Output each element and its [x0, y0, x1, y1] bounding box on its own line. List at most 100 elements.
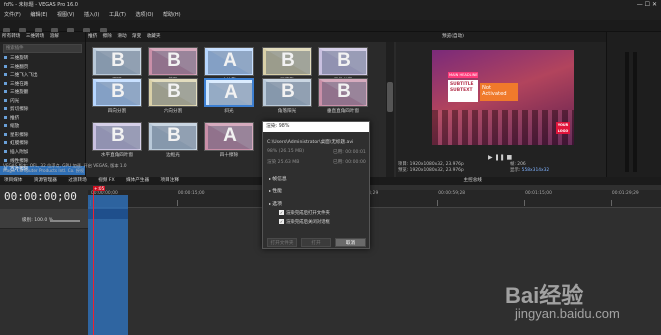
section-frame-info[interactable]: 帧信息 — [269, 175, 286, 182]
transition-category-item[interactable]: 三维旋转 — [0, 55, 85, 64]
tab-slide[interactable]: 滑动 — [117, 34, 126, 39]
close-dialog-checkbox[interactable]: ✓ 渲染完成后关闭对话框 — [279, 219, 330, 225]
dock-tab-transitions[interactable]: 过渡转场 — [68, 178, 86, 183]
transition-thumbnail[interactable]: B — [92, 122, 142, 151]
tab-favorites[interactable]: 收藏夹 — [147, 34, 161, 39]
preview-display-info: 显示: 558x314x32 — [510, 168, 550, 173]
ruler-label: 00:01:29;29 — [611, 191, 639, 196]
tab-wipe[interactable]: 擦除 — [103, 34, 112, 39]
render-progress: 98% (26.15 MB) — [267, 149, 304, 154]
scrollbar-thumb[interactable] — [387, 82, 393, 112]
subtitle-box: SUBTITLE SUBTEXT — [448, 80, 478, 102]
baidu-watermark-url: jingyan.baidu.com — [515, 306, 620, 321]
menu-tools[interactable]: 工具(T) — [109, 12, 126, 18]
transition-category-item[interactable]: 插入附加 — [0, 149, 85, 158]
tab-dissolve[interactable]: 溶解 — [50, 34, 59, 39]
category-label: 三维翻页 — [10, 64, 29, 70]
folder-icon — [4, 158, 7, 162]
tab-gradient[interactable]: 渐变 — [132, 34, 141, 39]
thumbnail-scrollbar[interactable] — [386, 42, 394, 178]
subtext-text: SUBTEXT — [450, 87, 473, 93]
stop-icon[interactable]: ■ — [507, 154, 513, 161]
transition-thumbnail[interactable]: A — [204, 78, 254, 107]
thumbnail-letter: B — [111, 125, 125, 146]
eta-time: 已用: 00:00:00 — [333, 160, 366, 165]
tab-push[interactable]: 推挤 — [88, 34, 97, 39]
transition-thumbnail[interactable]: B — [92, 78, 142, 107]
menu-edit[interactable]: 编辑(E) — [30, 12, 47, 18]
cancel-button[interactable]: 取消 — [335, 238, 366, 247]
preview-preview-info: 预览: 1920x1080x32, 23.976p — [398, 168, 464, 173]
transition-thumbnail[interactable]: B — [262, 47, 312, 76]
elapsed-time: 已用: 00:00:01 — [333, 150, 366, 155]
transition-category-item[interactable]: 三维旋翻 — [0, 89, 85, 98]
search-input[interactable]: 搜索插件 — [3, 44, 82, 53]
transition-category-item[interactable]: 闪光 — [0, 98, 85, 107]
transition-thumbnail[interactable]: B — [148, 122, 198, 151]
open-folder-checkbox[interactable]: ✓ 渲染完成后打开文件夹 — [279, 210, 330, 216]
category-label: 三维旋转 — [10, 56, 29, 61]
folder-icon — [4, 107, 7, 111]
dock-tab-project-notes[interactable]: 项目注释 — [161, 178, 179, 183]
transition-thumbnail[interactable]: B — [148, 47, 198, 76]
transition-thumbnail[interactable]: B — [318, 78, 368, 107]
transition-category-item[interactable]: 星形擦除 — [0, 132, 85, 141]
menu-help[interactable]: 帮助(H) — [163, 12, 181, 18]
open-button[interactable]: 打开 — [301, 238, 331, 247]
menu-options[interactable]: 选项(O) — [136, 12, 154, 18]
menu-insert[interactable]: 插入(I) — [84, 12, 99, 18]
thumbnail-letter: B — [281, 50, 295, 71]
tab-all-transitions[interactable]: 所有转场 — [2, 34, 20, 39]
thumbnail-letter: B — [111, 50, 125, 71]
playhead-cursor[interactable] — [93, 190, 94, 335]
transition-thumbnail[interactable]: B — [148, 78, 198, 107]
section-options[interactable]: 选项 — [269, 200, 282, 207]
transition-category-item[interactable]: 三维在路 — [0, 81, 85, 90]
thumbnail-letter: B — [281, 81, 295, 102]
ruler-label: 00:00:15;00 — [177, 191, 205, 196]
ruler-tick — [524, 200, 526, 206]
transition-thumbnail[interactable]: B — [262, 78, 312, 107]
category-label: 虹膜擦除 — [10, 141, 29, 147]
dock-tab-project-media[interactable]: 项目媒体 — [4, 178, 22, 183]
thumbnail-letter: B — [111, 81, 125, 102]
tab-3d-transitions[interactable]: 三维转场 — [26, 34, 44, 39]
clip-header[interactable] — [88, 209, 128, 219]
window-controls[interactable]: — ☐ ✕ — [637, 0, 657, 10]
transition-thumbnail[interactable]: A — [204, 122, 254, 151]
thumbnail-letter: B — [167, 50, 181, 71]
dock-tab-explorer[interactable]: 资源管理器 — [34, 178, 57, 183]
category-label: 三维在路 — [10, 81, 29, 87]
thumbnail-letter: A — [224, 82, 238, 103]
menu-file[interactable]: 文件(F) — [4, 12, 21, 18]
transition-thumbnail[interactable]: B — [318, 47, 368, 76]
preview-quality-dropdown[interactable]: 预览(自动) — [442, 34, 464, 39]
dock-tab-media-generators[interactable]: 媒体产生器 — [126, 178, 149, 183]
checkbox-check-icon: ✓ — [279, 219, 284, 224]
track-level-slider[interactable] — [50, 220, 80, 222]
window-title: fd% - 未标题 - VEGAS Pro 16.0 — [4, 2, 78, 8]
thumbnail-letter: B — [337, 81, 351, 102]
section-performance[interactable]: 性能 — [269, 187, 282, 194]
open-folder-button[interactable]: 打开文件夹 — [267, 238, 297, 247]
transition-category-item[interactable]: 剪切擦除 — [0, 106, 85, 115]
transition-category-item[interactable]: 虹膜擦除 — [0, 140, 85, 149]
render-progress-dialog: 渲染: 98% C:\Users\Administrator\桌面\无标题.av… — [262, 121, 370, 249]
master-bus-meters — [606, 32, 661, 180]
dock-tab-master-bus[interactable]: 主控总线 — [464, 178, 482, 183]
main-toolbar — [0, 20, 661, 35]
play-icon[interactable]: ▶ — [488, 154, 493, 161]
dock-tab-video-fx[interactable]: 视频 FX — [98, 178, 114, 183]
thumbnail-label: 四向分割 — [107, 109, 127, 114]
transition-thumbnail[interactable]: B — [92, 47, 142, 76]
title-bar: fd% - 未标题 - VEGAS Pro 16.0 — ☐ ✕ — [0, 0, 661, 10]
transition-thumbnail[interactable]: A — [204, 47, 254, 76]
transition-category-item[interactable]: 推挤 — [0, 115, 85, 124]
pause-icon[interactable]: ❚❚ — [495, 154, 505, 161]
timeline-ruler[interactable]: 00:00:00;0000:00:15;0000:00:29;2900:00:4… — [88, 190, 661, 208]
transition-category-item[interactable]: 三维翻页 — [0, 64, 85, 73]
transition-category-item[interactable]: 二维飞入飞出 — [0, 72, 85, 81]
folder-icon — [4, 90, 7, 94]
transition-category-item[interactable]: 缩放 — [0, 123, 85, 132]
menu-view[interactable]: 视图(V) — [57, 12, 74, 18]
